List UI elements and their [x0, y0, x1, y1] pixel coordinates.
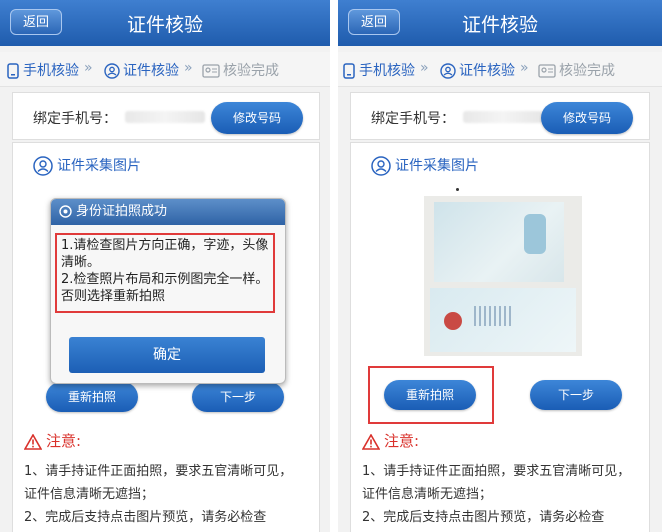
title-bar: 返回 证件核验	[338, 0, 662, 46]
card-text-area	[474, 306, 514, 326]
step-id: 证件核验	[440, 60, 515, 80]
step-complete: 核验完成	[538, 60, 615, 80]
national-emblem	[444, 312, 462, 330]
panel-divider	[330, 0, 338, 532]
chevron-double-icon: »	[420, 60, 429, 76]
step-phone: 手机核验	[6, 60, 79, 80]
collect-title-label: 证件采集图片	[57, 158, 141, 174]
notice-title-label: 注意:	[384, 432, 420, 450]
retake-button[interactable]: 重新拍照	[384, 380, 476, 410]
phone-label: 绑定手机号：	[33, 111, 117, 127]
screen-left: 返回 证件核验 手机核验 » 证件核验 » 核验完成 绑定手机号： 修改号码 证…	[0, 0, 330, 532]
phone-number-masked	[125, 111, 205, 123]
title-bar: 返回 证件核验	[0, 0, 330, 46]
dialog-line-2: 2.检查照片布局和示例图完全一样。否则选择重新拍照	[61, 272, 269, 304]
notice-item-1: 1、请手持证件正面拍照，要求五官清晰可见，证件信息清晰无遮挡；	[24, 464, 293, 502]
chevron-double-icon: »	[520, 60, 529, 76]
dialog-header: 身份证拍照成功	[51, 199, 285, 225]
dialog-title: 身份证拍照成功	[76, 204, 168, 219]
step-indicator: 手机核验 » 证件核验 » 核验完成	[338, 52, 662, 87]
phone-number-masked	[463, 111, 543, 123]
phone-row: 绑定手机号： 修改号码	[350, 92, 650, 140]
id-card-front-image	[434, 202, 564, 282]
id-user-icon	[440, 63, 456, 79]
notice-title: 注意:	[362, 430, 419, 451]
step-complete-label: 核验完成	[559, 63, 615, 79]
next-button[interactable]: 下一步	[192, 382, 284, 412]
id-card-icon	[202, 64, 220, 78]
retake-button[interactable]: 重新拍照	[46, 382, 138, 412]
notice-title: 注意:	[24, 430, 81, 451]
info-circle-icon	[59, 205, 72, 218]
photo-success-dialog: 身份证拍照成功 1.请检查图片方向正确，字迹，头像清晰。 2.检查照片布局和示例…	[50, 198, 286, 384]
step-complete: 核验完成	[202, 60, 279, 80]
chevron-double-icon: »	[84, 60, 93, 76]
id-card-icon	[538, 64, 556, 78]
notice-item-1: 1、请手持证件正面拍照，要求五官清晰可见，证件信息清晰无遮挡；	[362, 464, 631, 502]
phone-icon	[7, 63, 19, 79]
notice-item-2: 2、完成后支持点击图片预览，请务必检查	[24, 510, 267, 525]
chevron-double-icon: »	[184, 60, 193, 76]
change-number-button[interactable]: 修改号码	[211, 102, 303, 134]
step-phone: 手机核验	[342, 60, 415, 80]
dialog-message: 1.请检查图片方向正确，字迹，头像清晰。 2.检查照片布局和示例图完全一样。否则…	[55, 233, 275, 313]
collect-title-label: 证件采集图片	[395, 158, 479, 174]
phone-row: 绑定手机号： 修改号码	[12, 92, 320, 140]
step-id-label: 证件核验	[459, 63, 515, 79]
step-id-label: 证件核验	[123, 63, 179, 79]
step-indicator: 手机核验 » 证件核验 » 核验完成	[0, 52, 330, 87]
next-button[interactable]: 下一步	[530, 380, 622, 410]
warning-icon	[362, 433, 380, 450]
phone-label: 绑定手机号：	[371, 111, 455, 127]
page-title: 证件核验	[126, 14, 203, 36]
id-user-icon	[104, 63, 120, 79]
id-card-back-image	[430, 288, 576, 352]
dot-mark	[456, 188, 459, 191]
step-phone-label: 手机核验	[359, 63, 415, 79]
collect-title: 证件采集图片	[371, 155, 479, 176]
dialog-line-1: 1.请检查图片方向正确，字迹，头像清晰。	[61, 238, 269, 270]
id-card-photo[interactable]	[424, 196, 582, 356]
warning-icon	[24, 433, 42, 450]
id-user-icon	[33, 156, 53, 176]
screen-right: 返回 证件核验 手机核验 » 证件核验 » 核验完成 绑定手机号： 修改号码 证…	[338, 0, 662, 532]
notice-item-2: 2、完成后支持点击图片预览，请务必检查	[362, 510, 605, 525]
collect-title: 证件采集图片	[33, 155, 141, 176]
step-id: 证件核验	[104, 60, 179, 80]
portrait-area	[524, 214, 546, 254]
change-number-button[interactable]: 修改号码	[541, 102, 633, 134]
notice-title-label: 注意:	[46, 432, 82, 450]
id-user-icon	[371, 156, 391, 176]
confirm-button[interactable]: 确定	[69, 337, 265, 373]
page-title: 证件核验	[461, 14, 538, 36]
phone-icon	[343, 63, 355, 79]
step-phone-label: 手机核验	[23, 63, 79, 79]
step-complete-label: 核验完成	[223, 63, 279, 79]
